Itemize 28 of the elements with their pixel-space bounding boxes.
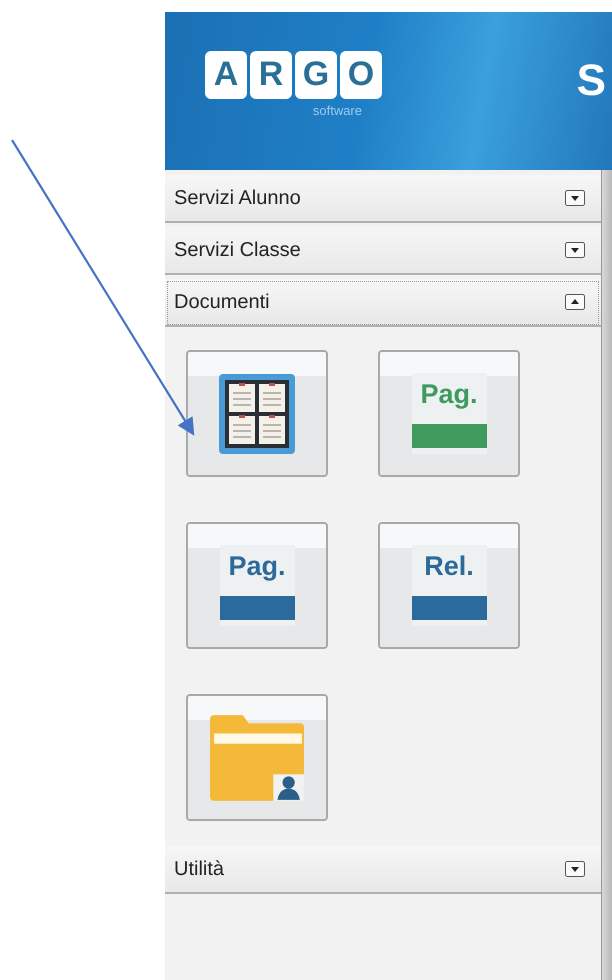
tile-label: Rel. bbox=[424, 551, 474, 582]
section-title: Servizi Classe bbox=[174, 238, 301, 262]
section-title: Documenti bbox=[174, 290, 270, 314]
logo-letter: R bbox=[250, 50, 292, 98]
user-folder-icon bbox=[208, 712, 306, 802]
accordion-header[interactable]: Documenti bbox=[165, 279, 601, 327]
logo-letter: O bbox=[340, 50, 382, 98]
logo-letter: G bbox=[295, 50, 337, 98]
expand-icon[interactable] bbox=[565, 242, 585, 258]
accordion-header[interactable]: Utilità bbox=[165, 846, 601, 894]
section-title: Servizi Alunno bbox=[174, 186, 301, 210]
expand-icon[interactable] bbox=[565, 861, 585, 877]
document-tile[interactable] bbox=[186, 694, 328, 821]
logo-letter: A bbox=[205, 50, 247, 98]
logo-subtitle: software bbox=[312, 102, 362, 118]
noticeboard-icon bbox=[219, 374, 295, 454]
section-title: Utilità bbox=[174, 858, 224, 880]
scrollbar[interactable] bbox=[601, 170, 612, 980]
accordion-header[interactable]: Servizi Alunno bbox=[165, 175, 601, 223]
accordion-header[interactable]: Servizi Classe bbox=[165, 227, 601, 275]
collapse-icon[interactable] bbox=[565, 294, 585, 310]
document-tile[interactable] bbox=[186, 350, 328, 477]
document-tile[interactable]: Rel. bbox=[378, 522, 520, 649]
expand-icon[interactable] bbox=[565, 190, 585, 206]
banner-title: S bbox=[576, 56, 606, 106]
tile-label: Pag. bbox=[420, 379, 478, 410]
tile-label: Pag. bbox=[228, 551, 286, 582]
document-tile[interactable]: Pag. bbox=[186, 522, 328, 649]
